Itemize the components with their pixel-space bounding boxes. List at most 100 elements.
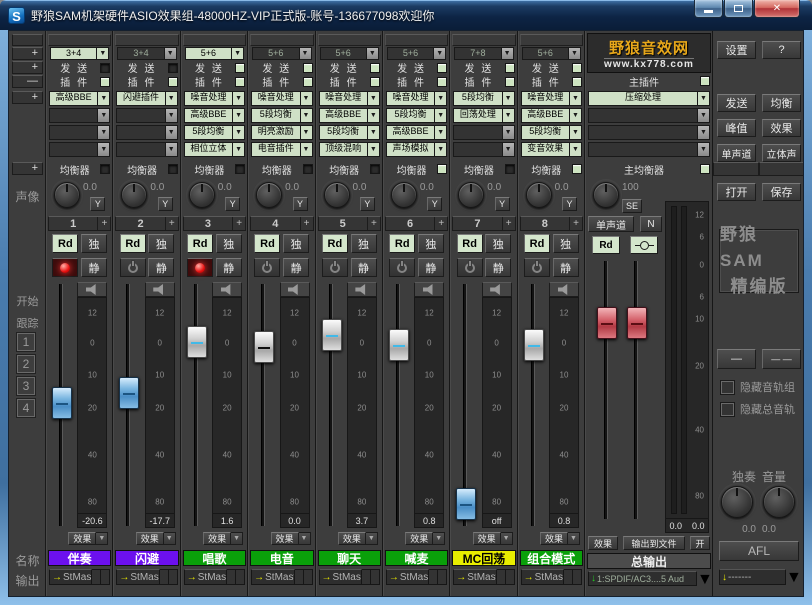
bus-select[interactable]: 5+6 ▼ bbox=[185, 47, 244, 60]
chevron-down-icon[interactable]: ▼ bbox=[300, 142, 313, 157]
fx-slot[interactable]: 5段均衡▼ bbox=[251, 108, 312, 123]
chevron-down-icon[interactable]: ▼ bbox=[434, 91, 447, 106]
chevron-down-icon[interactable]: ▼ bbox=[165, 108, 178, 123]
master-eq-indicator[interactable] bbox=[700, 164, 710, 174]
master-rd-button[interactable]: Rd bbox=[592, 236, 620, 254]
chevron-down-icon[interactable]: ▼ bbox=[367, 125, 380, 140]
chevron-down-icon[interactable]: ▼ bbox=[96, 47, 109, 60]
chevron-down-icon[interactable]: ▼ bbox=[300, 108, 313, 123]
settings-button[interactable]: 设置 bbox=[717, 41, 756, 59]
output-option-box[interactable] bbox=[160, 569, 169, 585]
output-option-box[interactable] bbox=[295, 569, 304, 585]
fx-slot[interactable]: 高级BBE▼ bbox=[184, 108, 245, 123]
chevron-down-icon[interactable]: ▼ bbox=[165, 91, 178, 106]
record-button[interactable] bbox=[52, 258, 78, 277]
plugin-indicator[interactable] bbox=[168, 77, 178, 87]
output-option-box[interactable] bbox=[564, 569, 573, 585]
chevron-down-icon[interactable]: ▼ bbox=[434, 142, 447, 157]
speaker-button[interactable] bbox=[549, 282, 579, 297]
fx-slot[interactable]: ▼ bbox=[116, 108, 177, 123]
record-button[interactable] bbox=[322, 258, 348, 277]
mute-button[interactable]: 静 bbox=[81, 258, 107, 277]
chevron-down-icon[interactable]: ▼ bbox=[231, 532, 243, 545]
chevron-down-icon[interactable]: ▼ bbox=[433, 47, 446, 60]
master-fx-slot[interactable]: ▼ bbox=[588, 108, 710, 123]
bus-select[interactable]: 5+6 ▼ bbox=[252, 47, 311, 60]
send-indicator[interactable] bbox=[168, 63, 178, 73]
fader-handle[interactable] bbox=[456, 488, 476, 520]
chevron-down-icon[interactable]: ▼ bbox=[97, 108, 110, 123]
bus-select[interactable]: 7+8 ▼ bbox=[454, 47, 513, 60]
output-option-box[interactable] bbox=[362, 569, 371, 585]
solo-button[interactable]: 独 bbox=[216, 234, 242, 253]
monitor-select[interactable]: ↓------- ▼ bbox=[719, 569, 799, 585]
send-indicator[interactable] bbox=[100, 63, 110, 73]
fader-handle[interactable] bbox=[52, 387, 72, 419]
pan-knob[interactable] bbox=[189, 182, 215, 208]
chevron-down-icon[interactable]: ▼ bbox=[366, 47, 379, 60]
fx-button[interactable]: 效果 bbox=[338, 532, 366, 545]
plugin-indicator[interactable] bbox=[303, 77, 313, 87]
mute-button[interactable]: 静 bbox=[283, 258, 309, 277]
fx-slot[interactable]: 变音效果▼ bbox=[521, 142, 582, 157]
mute-button[interactable]: 静 bbox=[351, 258, 377, 277]
chevron-down-icon[interactable]: ▼ bbox=[569, 108, 582, 123]
chevron-down-icon[interactable]: ▼ bbox=[231, 47, 244, 60]
output-option-box[interactable] bbox=[429, 569, 438, 585]
rd-button[interactable]: Rd bbox=[120, 234, 146, 253]
pan-knob[interactable] bbox=[526, 182, 552, 208]
fader-handle[interactable] bbox=[322, 319, 342, 351]
minimize-button[interactable] bbox=[694, 0, 723, 18]
output-option-box[interactable] bbox=[304, 569, 313, 585]
eq-indicator[interactable] bbox=[235, 164, 245, 174]
plugin-indicator[interactable] bbox=[572, 77, 582, 87]
chevron-down-icon[interactable]: ▼ bbox=[502, 125, 515, 140]
pan-y-button[interactable]: Y bbox=[495, 197, 510, 211]
track-button-1[interactable]: 1 bbox=[17, 333, 35, 351]
fx-slot[interactable]: 高级BBE▼ bbox=[521, 108, 582, 123]
fx-slot[interactable]: ▼ bbox=[49, 125, 110, 140]
track-button-3[interactable]: 3 bbox=[17, 377, 35, 395]
fx-slot[interactable]: 噪音处理▼ bbox=[184, 91, 245, 106]
mono-view-button[interactable]: 单声道 bbox=[717, 144, 756, 162]
chevron-down-icon[interactable]: ▼ bbox=[232, 91, 245, 106]
fx-button[interactable]: 效果 bbox=[271, 532, 299, 545]
output-select[interactable]: →StMast bbox=[251, 569, 294, 585]
output-option-box[interactable] bbox=[371, 569, 380, 585]
master-volume-knob[interactable] bbox=[593, 182, 619, 208]
channel-number-row[interactable]: 8 + bbox=[520, 216, 583, 231]
send-view-button[interactable]: 发送 bbox=[717, 94, 756, 112]
solo-button[interactable]: 独 bbox=[81, 234, 107, 253]
fader-handle[interactable] bbox=[254, 331, 274, 363]
chevron-down-icon[interactable]: ▼ bbox=[97, 142, 110, 157]
mute-button[interactable]: 静 bbox=[216, 258, 242, 277]
fx-slot[interactable]: 高级BBE▼ bbox=[49, 91, 110, 106]
output-select[interactable]: →StMast bbox=[184, 569, 227, 585]
fx-button[interactable]: 效果 bbox=[136, 532, 164, 545]
speaker-button[interactable] bbox=[77, 282, 107, 297]
pan-y-button[interactable]: Y bbox=[562, 197, 577, 211]
fx-slot[interactable]: 5段均衡▼ bbox=[386, 108, 447, 123]
chevron-down-icon[interactable]: ▼ bbox=[96, 532, 108, 545]
rd-button[interactable]: Rd bbox=[52, 234, 78, 253]
output-option-box[interactable] bbox=[497, 569, 506, 585]
rd-button[interactable]: Rd bbox=[254, 234, 280, 253]
fx-slot[interactable]: ▼ bbox=[116, 125, 177, 140]
open-button[interactable]: 打开 bbox=[717, 183, 756, 201]
eq-indicator[interactable] bbox=[505, 164, 515, 174]
record-button[interactable] bbox=[254, 258, 280, 277]
chevron-down-icon[interactable]: ▼ bbox=[300, 125, 313, 140]
fx-slot[interactable]: 5段均衡▼ bbox=[521, 125, 582, 140]
chevron-down-icon[interactable]: ▼ bbox=[367, 91, 380, 106]
chevron-down-icon[interactable]: ▼ bbox=[502, 91, 515, 106]
pan-knob[interactable] bbox=[458, 182, 484, 208]
afl-button[interactable]: AFL bbox=[719, 541, 799, 561]
solo-button[interactable]: 独 bbox=[283, 234, 309, 253]
output-option-box[interactable] bbox=[506, 569, 515, 585]
solo-button[interactable]: 独 bbox=[351, 234, 377, 253]
eq-indicator[interactable] bbox=[100, 164, 110, 174]
fader-handle[interactable] bbox=[524, 329, 544, 361]
output-option-box[interactable] bbox=[438, 569, 447, 585]
fx-slot[interactable]: 噪音处理▼ bbox=[319, 91, 380, 106]
plugin-indicator[interactable] bbox=[505, 77, 515, 87]
